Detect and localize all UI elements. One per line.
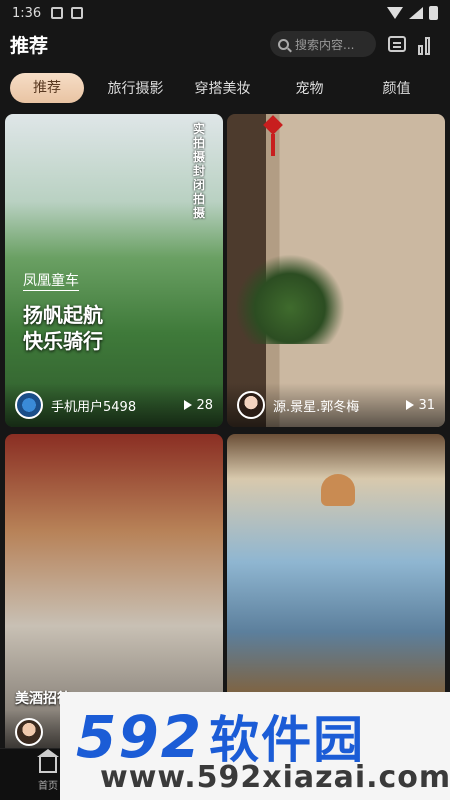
- site-watermark: 592 软件园 www.592xiazai.com: [60, 692, 450, 800]
- play-count: 31: [406, 398, 435, 413]
- status-bar: 1:36: [0, 0, 450, 26]
- play-count: 28: [184, 398, 213, 413]
- author-avatar[interactable]: [237, 391, 265, 419]
- tab-recommend[interactable]: 推荐: [10, 73, 84, 103]
- video-card[interactable]: 源.景星.郭冬梅 31: [227, 114, 445, 427]
- tab-fashion-beauty[interactable]: 穿搭美妆: [179, 78, 266, 98]
- video-card[interactable]: 实拍摄 封闭拍摄 凤凰童车 扬帆起航 快乐骑行 手机用户5498 28: [5, 114, 223, 427]
- play-count-value: 31: [418, 397, 435, 413]
- category-tabs: 推荐 旅行摄影 穿搭美妆 宠物 颜值: [0, 62, 450, 114]
- wifi-icon: [387, 7, 403, 19]
- notification-icon: [51, 7, 64, 19]
- tab-travel-photo[interactable]: 旅行摄影: [92, 78, 179, 98]
- author-avatar[interactable]: [15, 718, 43, 746]
- search-placeholder: 搜索内容...: [295, 37, 355, 52]
- play-icon: [184, 400, 193, 410]
- signal-icon: [409, 7, 423, 19]
- search-box[interactable]: 搜索内容...: [270, 31, 376, 57]
- tab-looks[interactable]: 颜值: [353, 78, 440, 98]
- plant-decoration: [235, 254, 345, 344]
- battery-icon: [429, 6, 438, 20]
- watermark-url: www.592xiazai.com: [100, 760, 450, 795]
- author-name[interactable]: 手机用户5498: [51, 396, 136, 415]
- card-footer: 手机用户5498 28: [5, 383, 223, 427]
- author-name[interactable]: 源.景星.郭冬梅: [273, 396, 359, 415]
- lamp-decoration: [321, 474, 355, 506]
- top-bar: 推荐 搜索内容...: [0, 26, 450, 62]
- thumbnail-slogan: 扬帆起航 快乐骑行: [23, 303, 103, 353]
- play-icon: [406, 400, 415, 410]
- author-avatar[interactable]: [15, 391, 43, 419]
- ranking-icon[interactable]: [418, 33, 440, 55]
- thumbnail-vertical-caption: 实拍摄 封闭拍摄: [193, 122, 206, 220]
- page-title: 推荐: [10, 34, 49, 57]
- tab-pets[interactable]: 宠物: [266, 78, 353, 98]
- thumbnail-brand-tag: 凤凰童车: [23, 270, 79, 291]
- lantern-decoration: [257, 115, 289, 156]
- message-icon[interactable]: [388, 36, 406, 52]
- card-footer: 源.景星.郭冬梅 31: [227, 383, 445, 427]
- home-icon: [37, 749, 59, 773]
- status-time: 1:36: [12, 5, 42, 21]
- search-icon: [278, 38, 289, 50]
- app-notification-icon: [71, 7, 84, 19]
- play-count-value: 28: [196, 397, 213, 413]
